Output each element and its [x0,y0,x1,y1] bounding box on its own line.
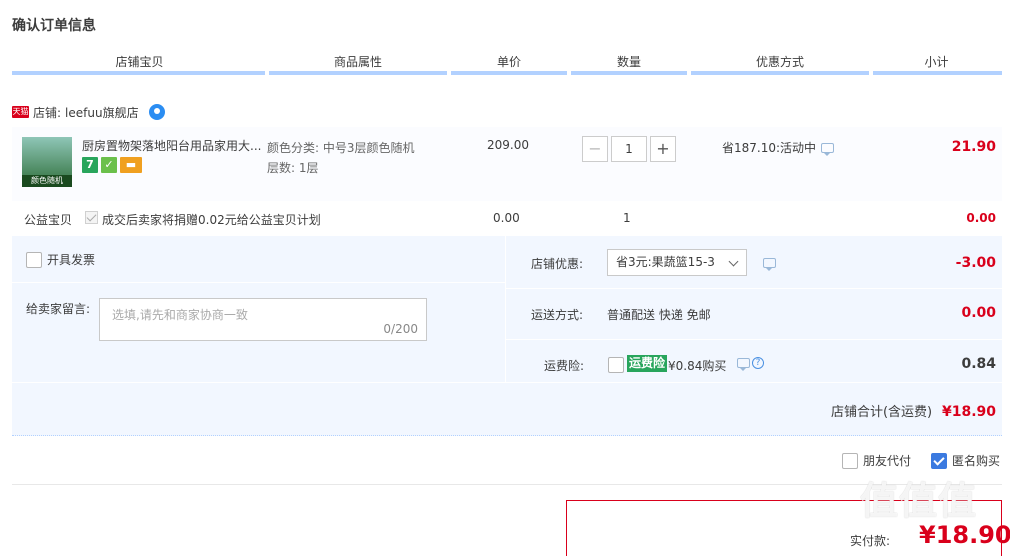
invoice-label: 开具发票 [47,253,96,267]
quantity-stepper: − 1 + [582,136,676,162]
divider [506,288,1002,289]
friend-pay-checkbox[interactable] [841,452,858,469]
shop-discount-selected: 省3元:果蔬篮15-3 [616,255,715,269]
col-header-attributes: 商品属性 [333,55,382,69]
col-header-price: 单价 [496,55,521,69]
order-item-row: 颜色随机 厨房置物架落地阳台用品家用大... 7 ✓ ▬ 颜色分类: 中号3层颜… [12,127,1002,201]
charity-qty: 1 [623,211,631,225]
shop-name-link[interactable]: leefuu旗舰店 [65,104,139,121]
charity-label: 公益宝贝 [24,213,73,227]
guarantee-icon[interactable]: ✓ [101,157,117,173]
product-image[interactable]: 颜色随机 [22,137,72,187]
shop-discount-select[interactable]: 省3元:果蔬篮15-3 [607,249,747,276]
insurance-price-text: ¥0.84购买 [668,359,727,373]
col-header-quantity: 数量 [616,55,641,69]
invoice-checkbox[interactable] [26,251,42,268]
watermark-logo: 值值值 [860,479,978,523]
charity-description: 成交后卖家将捐赠0.02元给公益宝贝计划 [102,213,321,227]
message-counter: 0/200 [383,322,418,336]
checkout-options: 朋友代付 匿名购买 [828,452,1000,469]
shop-line: 天猫 店铺: leefuu旗舰店 [12,102,165,122]
shipping-method: 普通配送 快递 免邮 [607,308,711,322]
shop-discount-value: -3.00 [955,255,996,271]
col-header-subtotal: 小计 [924,55,949,69]
friend-pay-option[interactable]: 朋友代付 [841,452,911,469]
shop-total-value: ¥18.90 [941,404,996,420]
header-separator [687,71,691,75]
header-separator [265,71,269,75]
charity-row: 公益宝贝 成交后卖家将捐赠0.02元给公益宝贝计划 0.00 1 0.00 [12,206,1002,232]
col-header-item: 店铺宝贝 [115,55,164,69]
insurance-label: 运费险: [544,359,585,373]
attr-color: 颜色分类: 中号3层颜色随机 [267,141,415,155]
message-label: 给卖家留言: [26,302,91,316]
tmall-icon: 天猫 [12,106,29,118]
shop-discount-label: 店铺优惠: [531,257,584,271]
product-image-caption: 颜色随机 [22,175,72,187]
message-placeholder: 选填,请先和商家协商一致 [112,308,248,322]
attr-layers: 层数: 1层 [267,161,319,175]
divider [12,484,1002,485]
pay-label: 实付款: [850,534,891,548]
comment-icon[interactable] [737,358,750,371]
col-header-promotion: 优惠方式 [755,55,804,69]
shop-total-label: 店铺合计(含运费) [830,405,933,420]
chat-contact-icon[interactable] [148,104,165,120]
decrement-button[interactable]: − [582,136,608,162]
insurance-value: 0.84 [961,356,996,372]
anonymous-option[interactable]: 匿名购买 [930,452,1000,469]
page-title: 确认订单信息 [12,18,96,34]
chevron-down-icon [728,256,739,267]
order-table-header: 店铺宝贝 商品属性 单价 数量 优惠方式 小计 [12,52,1002,76]
invoice-option[interactable]: 开具发票 [26,251,95,268]
shop-total: 店铺合计(含运费) ¥18.90 [831,401,996,420]
comment-icon[interactable] [763,258,776,271]
divider [505,236,506,382]
insurance-tag: 运费险 [627,355,668,372]
divider [12,282,505,283]
header-underline [12,71,1002,75]
order-extras-panel: 开具发票 给卖家留言: 选填,请先和商家协商一致 0/200 店铺优惠: 省3元… [12,236,1002,436]
pay-amount: ¥18.90 [919,521,1010,549]
unit-price: 209.00 [487,138,529,152]
product-title-link[interactable]: 厨房置物架落地阳台用品家用大... [82,137,262,154]
item-subtotal: 21.90 [951,139,996,155]
insurance-checkbox[interactable] [608,357,624,373]
shipping-label: 运送方式: [531,308,584,322]
anonymous-label: 匿名购买 [951,454,1000,468]
charity-subtotal: 0.00 [966,211,996,225]
comment-icon[interactable] [821,142,835,156]
increment-button[interactable]: + [650,136,676,162]
help-icon[interactable]: ? [752,357,764,369]
shipping-fee: 0.00 [961,305,996,321]
credit-card-icon[interactable]: ▬ [120,157,142,173]
divider [506,339,1002,340]
seven-day-return-icon[interactable]: 7 [82,157,98,173]
message-textarea[interactable]: 选填,请先和商家协商一致 0/200 [99,298,427,341]
quantity-input[interactable]: 1 [611,136,647,162]
header-separator [567,71,571,75]
promotion-text: 省187.10:活动中 [722,141,817,155]
header-separator [869,71,873,75]
header-separator [447,71,451,75]
friend-pay-label: 朋友代付 [862,454,911,468]
insurance-icons: ? [737,357,764,371]
shop-label: 店铺: [33,105,62,120]
charity-price: 0.00 [493,211,520,225]
anonymous-checkbox[interactable] [930,452,947,469]
promotion: 省187.10:活动中 [722,139,835,156]
service-badges: 7 ✓ ▬ [82,157,142,173]
charity-checkbox[interactable] [85,211,98,224]
divider [12,382,1002,383]
